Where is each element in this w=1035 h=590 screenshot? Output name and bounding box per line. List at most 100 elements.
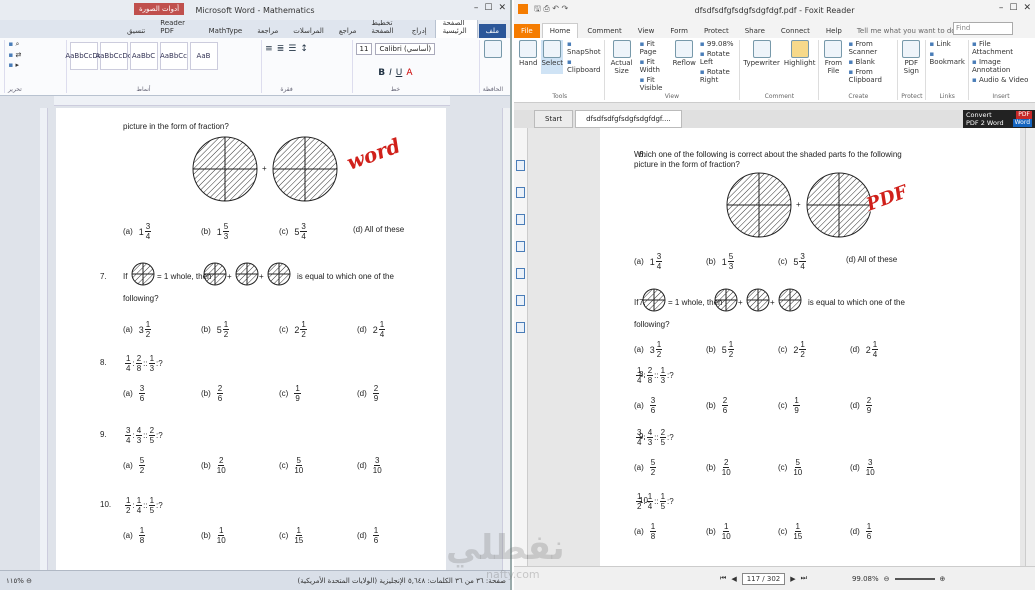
attachments-icon[interactable] (516, 268, 525, 279)
zoom-slider[interactable]: ١١٥% ⊖ (6, 577, 32, 585)
find-icon[interactable]: ⌕ (8, 40, 21, 49)
rotate-right-button[interactable]: Rotate Right (700, 68, 736, 84)
actual-size-button[interactable]: Actual Size (608, 40, 636, 92)
maximize-icon[interactable]: ☐ (1009, 3, 1017, 13)
style-option[interactable]: AaBbCcDc (65, 42, 102, 70)
tab-protect[interactable]: Protect (697, 24, 736, 38)
find-input[interactable]: Find (953, 22, 1013, 35)
tab-file[interactable]: File (514, 24, 540, 38)
close-icon[interactable]: ✕ (1023, 3, 1031, 13)
underline-icon[interactable]: U (396, 68, 403, 78)
reflow-button[interactable]: Reflow (673, 40, 696, 92)
from-scanner-button[interactable]: From Scanner (848, 40, 894, 56)
tab-mailings[interactable]: المراسلات (286, 24, 331, 38)
pdf-page[interactable]: 6. Which one of the following is correct … (600, 128, 1020, 566)
bullets-icon[interactable]: ☰ (288, 44, 296, 54)
highlight-button[interactable]: Highlight (784, 40, 815, 67)
select-icon[interactable]: ▸ (8, 61, 21, 69)
italic-icon[interactable]: I (389, 68, 392, 78)
tab-mathtype[interactable]: MathType (202, 24, 250, 38)
denominator: 2 (656, 350, 662, 359)
zoom-out-icon[interactable]: ⊖ (884, 575, 890, 583)
select-button[interactable]: Select (541, 40, 564, 74)
hand-button[interactable]: Hand (519, 40, 537, 74)
tab-help[interactable]: Help (819, 24, 849, 38)
maximize-icon[interactable]: ☐ (484, 3, 492, 13)
pages-icon[interactable] (516, 160, 525, 171)
prev-page-icon[interactable]: ◀ (731, 575, 736, 583)
next-page-icon[interactable]: ▶ (790, 575, 795, 583)
from-file-button[interactable]: From File (822, 40, 844, 84)
snapshot-button[interactable]: SnapShot (567, 40, 601, 56)
page-number-input[interactable]: 117 / 302 (741, 572, 786, 585)
style-option[interactable]: AaB (189, 42, 218, 70)
pdf-sign-button[interactable]: PDF Sign (901, 40, 921, 75)
fraction: 2 10 (722, 458, 731, 477)
convert-pdf-to-word-button[interactable]: Convert PDF 2 Word PDF Word (963, 110, 1035, 128)
fraction: 43 (646, 428, 654, 447)
bold-icon[interactable]: B (378, 68, 385, 78)
pdf-vertical-scrollbar[interactable] (1025, 128, 1035, 566)
file-attachment-button[interactable]: File Attachment (972, 40, 1030, 56)
tab-connect[interactable]: Connect (774, 24, 817, 38)
tab-form[interactable]: Form (663, 24, 695, 38)
comments-icon[interactable] (516, 241, 525, 252)
zoom-slider[interactable] (894, 577, 935, 580)
bookmarks-icon[interactable] (516, 187, 525, 198)
tab-comment[interactable]: Comment (580, 24, 628, 38)
font-name-select[interactable]: Calibri (أساسي) (375, 43, 436, 55)
rotate-left-button[interactable]: Rotate Left (700, 50, 736, 66)
zoom-in-icon[interactable]: ⊕ (940, 575, 946, 583)
tab-review[interactable]: مراجعة (250, 24, 285, 38)
word-vertical-scrollbar[interactable] (502, 108, 510, 570)
signature-icon[interactable] (516, 322, 525, 333)
tab-file[interactable]: ملف (478, 24, 506, 38)
image-annotation-button[interactable]: Image Annotation (972, 58, 1030, 74)
close-icon[interactable]: ✕ (498, 3, 506, 13)
minimize-icon[interactable]: – (474, 3, 479, 13)
numerator: 5 (138, 456, 146, 466)
audio-video-button[interactable]: Audio & Video (972, 76, 1030, 84)
style-option[interactable]: AaBbC (129, 42, 158, 70)
security-icon[interactable] (516, 295, 525, 306)
zoom-level[interactable]: 99.08% (852, 575, 879, 583)
replace-icon[interactable]: ⇄ (8, 51, 21, 59)
tab-insert[interactable]: إدراج (405, 24, 434, 38)
from-clipboard-button[interactable]: From Clipboard (848, 68, 894, 84)
sort-icon[interactable]: ↕ (300, 44, 308, 54)
comment-group: Typewriter Highlight Comment (740, 40, 820, 100)
zoom-select[interactable]: 99.08% (700, 40, 736, 48)
word-page[interactable]: picture in the form of fraction? + (a) 1 3 4(… (56, 108, 446, 570)
vertical-ruler[interactable] (40, 108, 48, 570)
style-option[interactable]: AaBbCc (159, 42, 188, 70)
bookmark-button[interactable]: Bookmark (929, 50, 964, 66)
tab-document[interactable]: dfsdfsdfgfsdgfsdgfdgf.... (575, 110, 682, 128)
link-button[interactable]: Link (929, 40, 964, 48)
last-page-icon[interactable]: ⏭ (801, 574, 807, 583)
blank-button[interactable]: Blank (848, 58, 894, 66)
horizontal-ruler[interactable] (54, 96, 450, 106)
align-center-icon[interactable]: ≣ (277, 44, 285, 54)
option-label: (c) (778, 527, 788, 536)
layers-icon[interactable] (516, 214, 525, 225)
fit-visible-button[interactable]: Fit Visible (640, 76, 669, 92)
fit-width-button[interactable]: Fit Width (640, 58, 669, 74)
clipboard-button[interactable]: Clipboard (567, 58, 601, 74)
tab-format[interactable]: تنسيق (120, 24, 152, 38)
minimize-icon[interactable]: – (999, 3, 1004, 13)
tab-start[interactable]: Start (534, 110, 574, 128)
typewriter-button[interactable]: Typewriter (743, 40, 780, 67)
first-page-icon[interactable]: ⏮ (720, 574, 726, 583)
tab-view[interactable]: View (631, 24, 662, 38)
align-right-icon[interactable]: ≡ (265, 44, 273, 54)
tell-me-input[interactable]: Tell me what you want to do... (851, 24, 968, 38)
tab-home[interactable]: Home (541, 23, 579, 38)
tab-references[interactable]: مراجع (332, 24, 364, 38)
fit-page-button[interactable]: Fit Page (640, 40, 669, 56)
shaded-circle-figure (235, 262, 259, 286)
font-color-icon[interactable]: A (406, 68, 412, 78)
tab-share[interactable]: Share (738, 24, 772, 38)
style-option[interactable]: AaBbCcDc (95, 42, 132, 70)
font-size-select[interactable]: 11 (355, 43, 373, 55)
paste-button[interactable] (483, 40, 502, 59)
